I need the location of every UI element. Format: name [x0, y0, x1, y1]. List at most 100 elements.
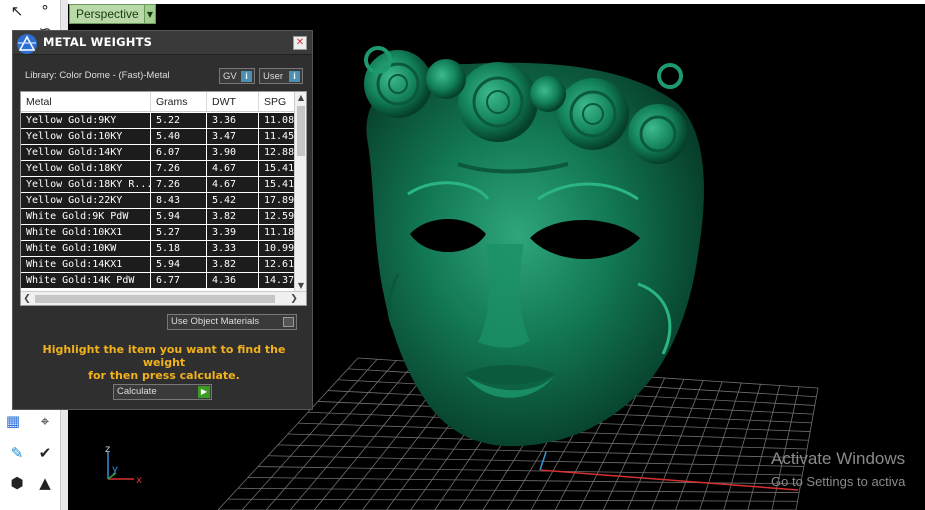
- table-row[interactable]: White Gold:10KX1 5.27 3.39 11.18: [21, 225, 296, 241]
- cell-grams: 7.26: [151, 177, 207, 192]
- solid-icon[interactable]: ⬢: [6, 472, 28, 494]
- scroll-right-icon[interactable]: ❯: [288, 292, 300, 305]
- cell-spg: 14.37: [264, 275, 295, 286]
- instruction-text: Highlight the item you want to find the …: [23, 343, 305, 382]
- table-row[interactable]: White Gold:10KW 5.18 3.33 10.99: [21, 241, 296, 257]
- cell-grams: 5.18: [151, 241, 207, 256]
- column-header-metal[interactable]: Metal: [21, 92, 151, 111]
- scroll-left-icon[interactable]: ❮: [21, 292, 33, 305]
- cell-dwt: 5.42: [207, 193, 259, 208]
- cell-grams: 5.94: [151, 209, 207, 224]
- transform-icon[interactable]: ⌖: [34, 410, 56, 432]
- close-icon[interactable]: ✕: [293, 36, 307, 50]
- table-row[interactable]: White Gold:9K PdW 5.94 3.82 12.59: [21, 209, 296, 225]
- cell-dwt: 3.36: [207, 113, 259, 128]
- application-window: z y x Perspective ▼ ↖ ° ∽ ▦ ⌖ ✎ ✔ ⬢ ▲ ME…: [0, 0, 925, 510]
- user-label: User: [263, 70, 284, 82]
- info-icon[interactable]: i: [289, 70, 300, 82]
- cell-grams: 6.07: [151, 145, 207, 160]
- play-icon[interactable]: ▶: [198, 386, 210, 398]
- table-row[interactable]: Yellow Gold:18KY R... 7.26 4.67 15.41: [21, 177, 296, 193]
- check-icon[interactable]: ✔: [34, 442, 56, 464]
- cell-spg: 17.89: [264, 195, 295, 206]
- cell-dwt: 3.82: [207, 257, 259, 272]
- use-object-materials-label: Use Object Materials: [171, 316, 260, 327]
- cell-metal: Yellow Gold:10KY: [21, 129, 151, 144]
- table-row[interactable]: White Gold:14KX1 5.94 3.82 12.61: [21, 257, 296, 273]
- column-header-grams[interactable]: Grams: [151, 92, 207, 111]
- metal-weights-panel: METAL WEIGHTS ✕ Library: Color Dome - (F…: [12, 30, 313, 410]
- cell-grams: 5.94: [151, 257, 207, 272]
- activation-watermark-subtitle: Go to Settings to activa: [771, 474, 906, 489]
- cell-dwt: 3.82: [207, 209, 259, 224]
- gv-label: GV: [223, 70, 237, 82]
- cell-metal: Yellow Gold:18KY R...: [21, 177, 151, 192]
- view-label: Perspective: [76, 7, 139, 21]
- cell-grams: 5.27: [151, 225, 207, 240]
- horizontal-scrollbar[interactable]: ❮ ❯: [21, 291, 306, 305]
- vertical-scrollbar[interactable]: ▲ ▼: [294, 92, 306, 292]
- cell-metal: White Gold:10KW: [21, 241, 151, 256]
- scroll-thumb[interactable]: [297, 106, 305, 156]
- sketch-icon[interactable]: ✎: [6, 442, 28, 464]
- cell-spg: 11.45: [264, 131, 295, 142]
- table-row[interactable]: Yellow Gold:22KY 8.43 5.42 17.89: [21, 193, 296, 209]
- table-header: Metal Grams DWT SPG: [21, 92, 296, 112]
- view-selector[interactable]: Perspective ▼: [69, 4, 156, 24]
- cell-metal: Yellow Gold:22KY: [21, 193, 151, 208]
- user-toggle[interactable]: User i: [259, 68, 303, 84]
- render-icon[interactable]: ▲: [34, 472, 56, 494]
- table-row[interactable]: Yellow Gold:14KY 6.07 3.90 12.88: [21, 145, 296, 161]
- cell-dwt: 3.47: [207, 129, 259, 144]
- table-row[interactable]: Yellow Gold:10KY 5.40 3.47 11.45: [21, 129, 296, 145]
- cell-spg: 15.41: [264, 163, 295, 174]
- column-header-dwt[interactable]: DWT: [207, 92, 259, 111]
- cell-dwt: 3.33: [207, 241, 259, 256]
- pointer-icon[interactable]: ↖: [6, 0, 28, 22]
- cell-spg: 10.99: [264, 243, 295, 254]
- gv-toggle[interactable]: GV i: [219, 68, 255, 84]
- table-body: Yellow Gold:9KY 5.22 3.36 11.08 Yellow Gold:…: [21, 113, 296, 289]
- table-row[interactable]: White Gold:14K PdW 6.77 4.36 14.37: [21, 273, 296, 289]
- cell-dwt: 4.67: [207, 161, 259, 176]
- cell-spg: 11.18: [264, 227, 295, 238]
- info-icon[interactable]: i: [241, 70, 252, 82]
- cell-metal: White Gold:14KX1: [21, 257, 151, 272]
- cell-metal: White Gold:14K PdW: [21, 273, 151, 288]
- cell-metal: White Gold:9K PdW: [21, 209, 151, 224]
- cell-spg: 15.41: [264, 179, 295, 190]
- cell-metal: Yellow Gold:9KY: [21, 113, 151, 128]
- cell-dwt: 4.36: [207, 273, 259, 288]
- calculate-button[interactable]: Calculate ▶: [113, 384, 212, 400]
- instruction-line-2: for then press calculate.: [88, 369, 240, 382]
- table-row[interactable]: Yellow Gold:18KY 7.26 4.67 15.41: [21, 161, 296, 177]
- axis-gizmo: z y x: [105, 444, 142, 486]
- scroll-up-icon[interactable]: ▲: [295, 92, 306, 104]
- axis-x-label: x: [136, 475, 142, 486]
- cell-grams: 5.40: [151, 129, 207, 144]
- table-row[interactable]: Yellow Gold:9KY 5.22 3.36 11.08: [21, 113, 296, 129]
- cell-grams: 5.22: [151, 113, 207, 128]
- cell-spg: 12.61: [264, 259, 295, 270]
- calculate-label: Calculate: [117, 386, 157, 397]
- cell-metal: Yellow Gold:18KY: [21, 161, 151, 176]
- cell-grams: 8.43: [151, 193, 207, 208]
- metal-table[interactable]: Metal Grams DWT SPG Yellow Gold:9KY 5.22 3…: [20, 91, 307, 306]
- panel-titlebar[interactable]: METAL WEIGHTS ✕: [13, 31, 312, 55]
- axis-z-label: z: [105, 444, 110, 455]
- use-object-materials-option[interactable]: Use Object Materials: [167, 314, 297, 330]
- top-bar: [60, 0, 925, 4]
- chevron-down-icon[interactable]: ▼: [144, 5, 155, 23]
- cell-spg: 12.59: [264, 211, 295, 222]
- metal-weights-logo-icon: [17, 34, 37, 54]
- column-header-spg[interactable]: SPG: [259, 92, 296, 111]
- option-toggle-icon[interactable]: [283, 317, 294, 327]
- cell-spg: 11.08: [264, 115, 295, 126]
- cell-dwt: 3.39: [207, 225, 259, 240]
- cell-grams: 6.77: [151, 273, 207, 288]
- cell-dwt: 4.67: [207, 177, 259, 192]
- grid-array-icon[interactable]: ▦: [2, 410, 24, 432]
- cell-metal: Yellow Gold:14KY: [21, 145, 151, 160]
- scroll-thumb[interactable]: [35, 295, 275, 303]
- instruction-line-1: Highlight the item you want to find the …: [42, 343, 286, 369]
